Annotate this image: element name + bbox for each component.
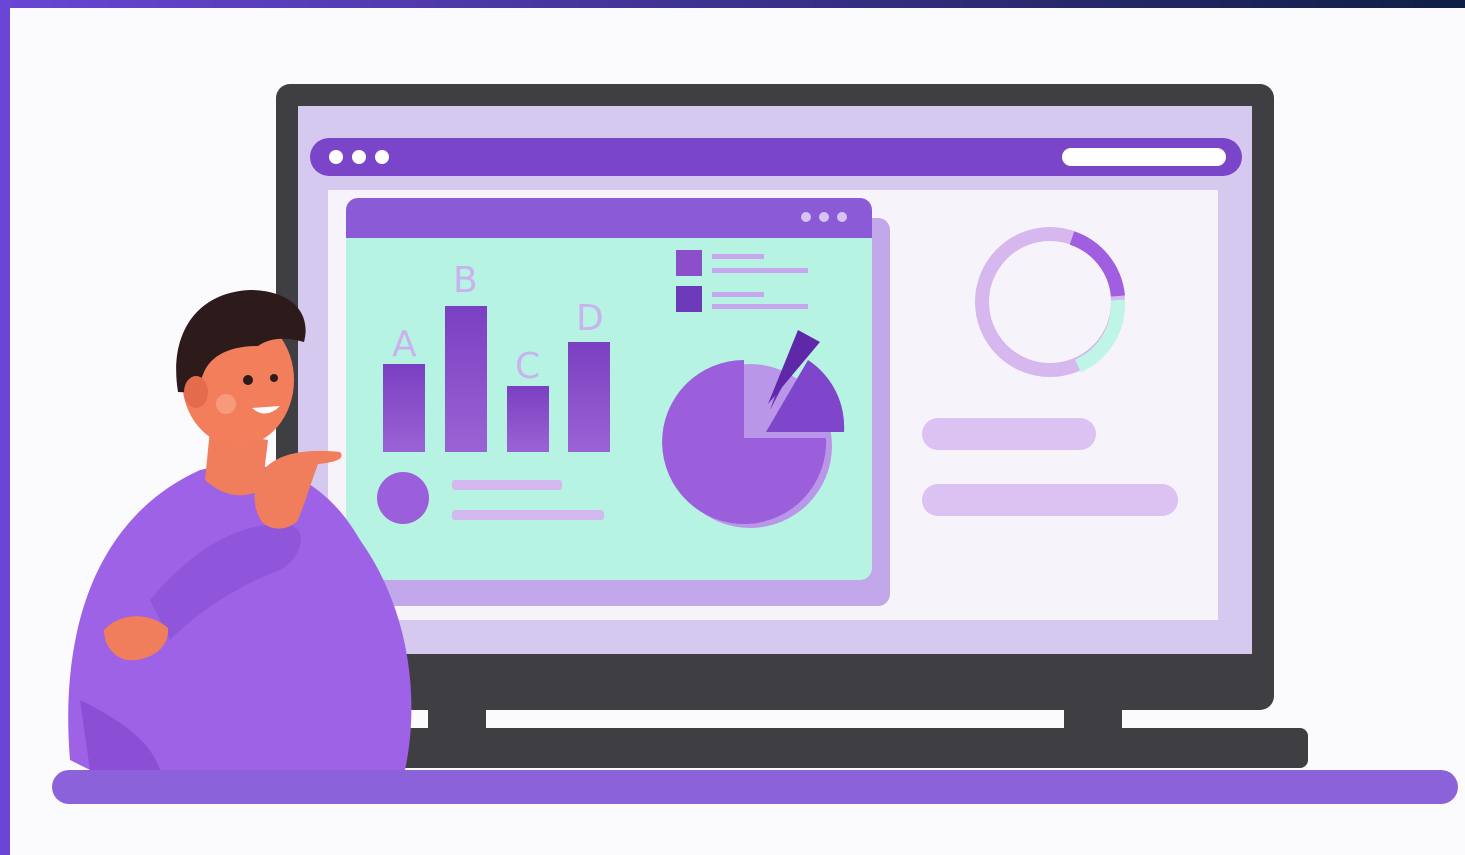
bar-label-a: A (392, 324, 417, 365)
bar-b (445, 306, 487, 452)
dot (352, 150, 366, 164)
placeholder-bar-short (922, 418, 1096, 450)
chart-panel: A B C D (346, 198, 890, 606)
cheek (216, 394, 236, 414)
legend-line (712, 292, 764, 297)
monitor-stand-base (372, 728, 1308, 768)
legend-square-icon (676, 250, 702, 276)
bar-label-b: B (453, 260, 478, 301)
dot (801, 212, 811, 222)
address-bar (1062, 148, 1226, 166)
chart-panel-header (346, 198, 872, 238)
dot (329, 150, 343, 164)
legend-line (712, 254, 764, 259)
desk (52, 770, 1458, 804)
eye (270, 374, 278, 382)
illustration: A B C D (0, 0, 1465, 855)
left-frame-border (0, 0, 10, 855)
dot (375, 150, 389, 164)
eye (243, 375, 253, 385)
legend-circle-icon (377, 472, 429, 524)
ear (184, 376, 208, 408)
legend-line (452, 510, 604, 520)
legend-square-icon (676, 286, 702, 312)
dot (837, 212, 847, 222)
bar-label-c: C (515, 346, 540, 387)
bar-d (568, 342, 610, 452)
legend-line (712, 304, 808, 309)
bar-a (383, 364, 425, 452)
bar-label-d: D (576, 298, 604, 339)
legend-line (452, 480, 562, 490)
browser-bar (310, 138, 1242, 176)
legend-line (712, 268, 808, 273)
placeholder-bar-long (922, 484, 1178, 516)
bar-c (507, 386, 549, 452)
three-dots-icon (329, 150, 389, 164)
dot (819, 212, 829, 222)
top-frame-border (0, 0, 1465, 8)
three-dots-icon (801, 212, 847, 222)
